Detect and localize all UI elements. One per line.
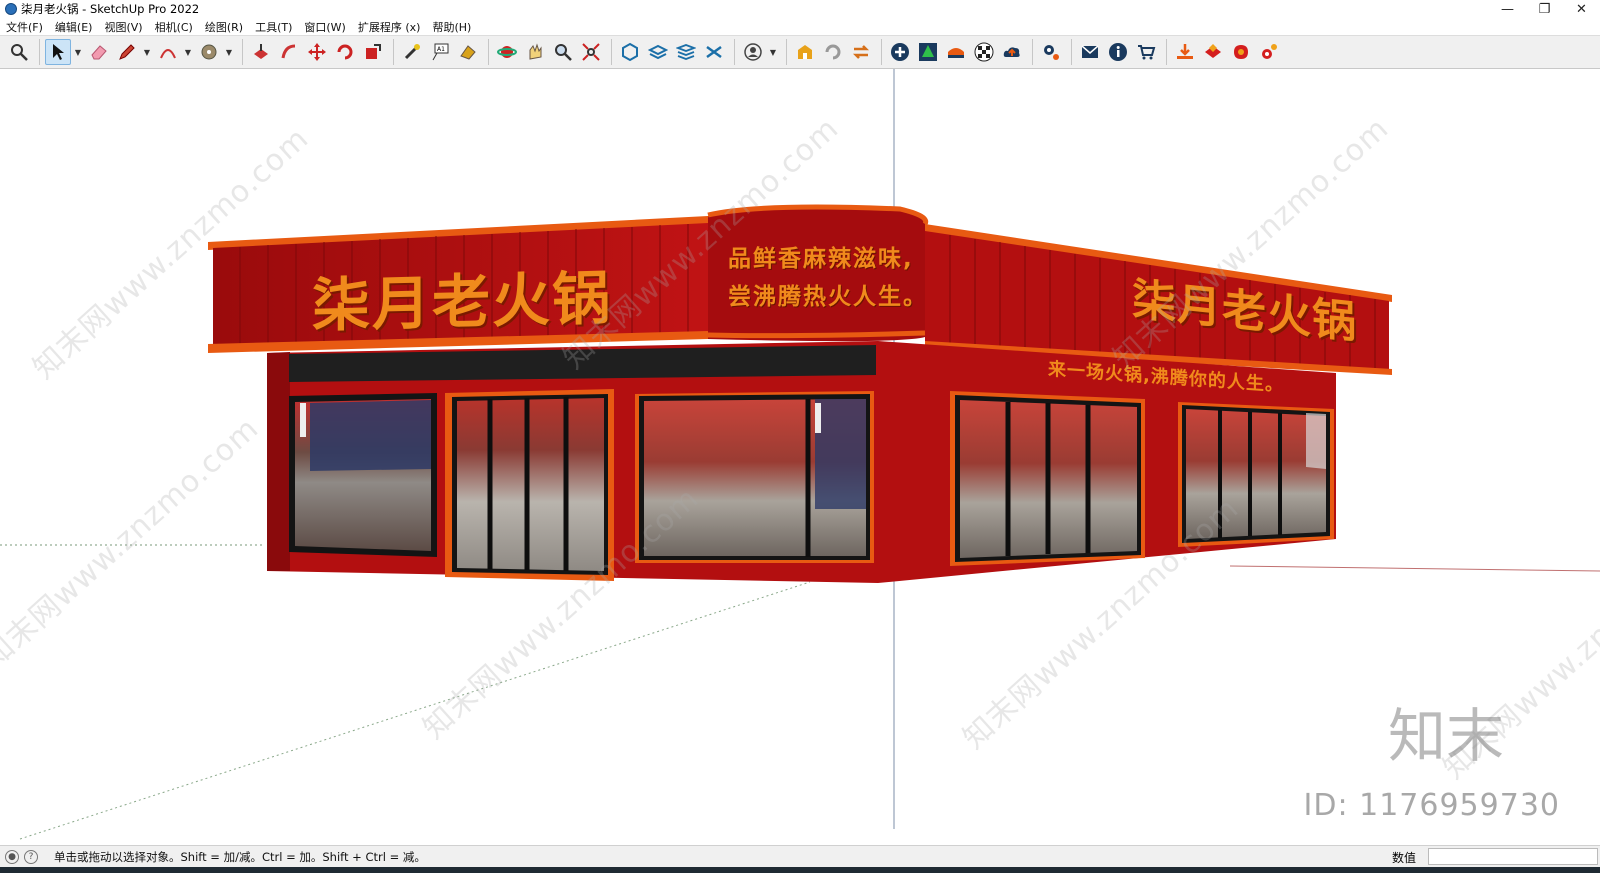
zoom-tool-icon[interactable] xyxy=(550,39,576,65)
extension-icon[interactable] xyxy=(1200,39,1226,65)
zoom-icon[interactable] xyxy=(6,39,32,65)
gear-extension-icon[interactable] xyxy=(1256,39,1282,65)
zoom-extents-icon[interactable] xyxy=(578,39,604,65)
status-bar: ● ? 单击或拖动以选择对象。Shift = 加/减。Ctrl = 加。Shif… xyxy=(0,845,1600,867)
menu-camera[interactable]: 相机(C) xyxy=(155,19,193,35)
help-info-icon[interactable]: ? xyxy=(24,849,38,864)
menu-edit[interactable]: 编辑(E) xyxy=(55,19,93,35)
paint-icon[interactable] xyxy=(455,39,481,65)
restore-button[interactable]: ❐ xyxy=(1526,0,1563,18)
sign-curve-line2: 尝沸腾热火人生。 xyxy=(728,284,928,310)
taskbar-strip xyxy=(0,867,1600,873)
orbit-icon[interactable] xyxy=(494,39,520,65)
sandbox-icon[interactable] xyxy=(943,39,969,65)
follow-me-icon[interactable] xyxy=(276,39,302,65)
refresh-icon[interactable] xyxy=(820,39,846,65)
cloud-icon[interactable] xyxy=(999,39,1025,65)
settings-icon[interactable] xyxy=(1038,39,1064,65)
watermark-logo: 知末 xyxy=(1387,702,1504,770)
menu-help[interactable]: 帮助(H) xyxy=(432,19,471,35)
ruby-icon[interactable] xyxy=(1228,39,1254,65)
paint-bucket-icon[interactable] xyxy=(196,39,222,65)
select-arrow-icon[interactable] xyxy=(45,39,71,65)
cart-icon[interactable] xyxy=(1133,39,1159,65)
text-label-icon[interactable]: A1 xyxy=(427,39,453,65)
chevron-down-icon[interactable]: ▼ xyxy=(142,39,152,65)
green-axis-ext xyxy=(19,581,811,840)
push-pull-icon[interactable] xyxy=(248,39,274,65)
menu-view[interactable]: 视图(V) xyxy=(104,19,142,35)
tree-icon[interactable] xyxy=(915,39,941,65)
chevron-down-icon[interactable]: ▼ xyxy=(183,39,193,65)
layers-icon[interactable] xyxy=(645,39,671,65)
swap-icon[interactable] xyxy=(848,39,874,65)
title-bar: 柒月老火锅 - SketchUp Pro 2022 — ❐ ✕ xyxy=(0,0,1600,18)
component-icon[interactable] xyxy=(617,39,643,65)
arc-icon[interactable] xyxy=(155,39,181,65)
add-icon[interactable] xyxy=(887,39,913,65)
window-title: 柒月老火锅 - SketchUp Pro 2022 xyxy=(21,2,200,16)
checker-icon[interactable] xyxy=(971,39,997,65)
measurements-input[interactable] xyxy=(1428,848,1598,865)
tape-measure-icon[interactable] xyxy=(399,39,425,65)
menu-file[interactable]: 文件(F) xyxy=(6,19,43,35)
minimize-button[interactable]: — xyxy=(1489,0,1526,18)
menu-tools[interactable]: 工具(T) xyxy=(255,19,292,35)
chevron-down-icon[interactable]: ▼ xyxy=(224,39,234,65)
scenes-icon[interactable] xyxy=(701,39,727,65)
sign-curve-line1: 品鲜香麻辣滋味, xyxy=(728,246,914,272)
pan-icon[interactable] xyxy=(522,39,548,65)
chevron-down-icon[interactable]: ▼ xyxy=(73,39,83,65)
building-model xyxy=(0,69,1600,840)
red-axis xyxy=(1229,565,1600,572)
model-viewport[interactable]: 柒月老火锅 品鲜香麻辣滋味, 尝沸腾热火人生。 柒月老火锅 来一场火锅,沸腾你的… xyxy=(0,69,1600,845)
svg-text:A1: A1 xyxy=(437,46,445,53)
geo-location-icon[interactable]: ● xyxy=(5,849,19,864)
info-icon[interactable] xyxy=(1105,39,1131,65)
menu-bar: 文件(F) 编辑(E) 视图(V) 相机(C) 绘图(R) 工具(T) 窗口(W… xyxy=(0,18,1600,35)
styles-icon[interactable] xyxy=(673,39,699,65)
user-icon[interactable] xyxy=(740,39,766,65)
warehouse-icon[interactable] xyxy=(792,39,818,65)
measurements-label: 数值 xyxy=(1392,851,1417,865)
window-controls: — ❐ ✕ xyxy=(1489,0,1600,18)
status-hint: 单击或拖动以选择对象。Shift = 加/减。Ctrl = 加。Shift + … xyxy=(54,849,426,864)
chevron-down-icon[interactable]: ▼ xyxy=(768,39,778,65)
rotate-icon[interactable] xyxy=(332,39,358,65)
menu-draw[interactable]: 绘图(R) xyxy=(205,19,243,35)
close-button[interactable]: ✕ xyxy=(1563,0,1600,18)
main-toolbar: ▼ ▼ ▼ ▼ A1 ▼ xyxy=(0,35,1600,69)
menu-window[interactable]: 窗口(W) xyxy=(304,19,345,35)
watermark-id: ID: 1176959730 xyxy=(1303,788,1560,823)
menu-extensions[interactable]: 扩展程序 (x) xyxy=(358,19,421,35)
move-icon[interactable] xyxy=(304,39,330,65)
eraser-icon[interactable] xyxy=(86,39,112,65)
sign-main-left: 柒月老火锅 xyxy=(312,264,613,340)
scale-icon[interactable] xyxy=(360,39,386,65)
download-icon[interactable] xyxy=(1172,39,1198,65)
mail-icon[interactable] xyxy=(1077,39,1103,65)
pencil-line-icon[interactable] xyxy=(114,39,140,65)
sketchup-app-icon xyxy=(5,3,17,15)
